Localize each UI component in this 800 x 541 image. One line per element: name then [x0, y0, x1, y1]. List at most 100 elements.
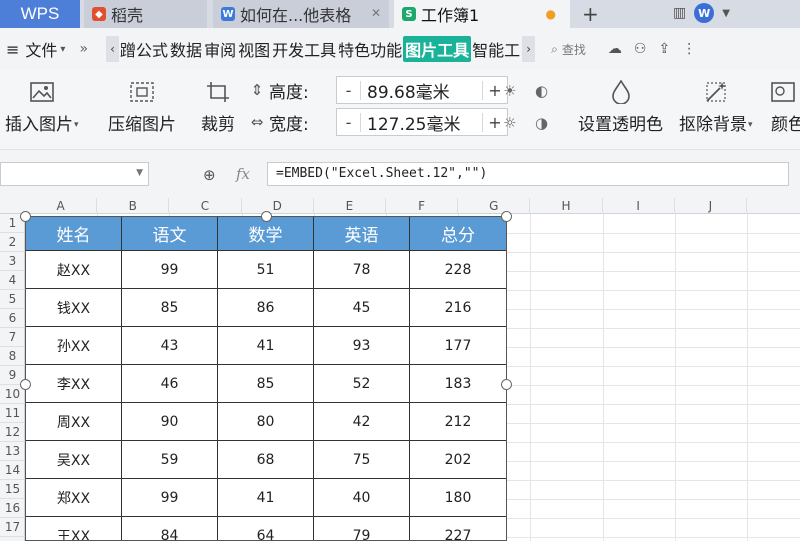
tab-document[interactable]: W 如何在...他表格 ✕: [213, 0, 389, 28]
column-header-j[interactable]: J: [675, 198, 747, 214]
table-row: 郑XX 99 41 40 180: [25, 478, 507, 517]
row-header-13[interactable]: 13: [0, 442, 25, 461]
resize-handle-right[interactable]: [501, 379, 512, 390]
column-header-i[interactable]: I: [603, 198, 675, 214]
row-header-12[interactable]: 12: [0, 423, 25, 442]
menu-item-developer[interactable]: 开发工具: [272, 37, 336, 61]
brightness-up-icon[interactable]: ☀: [503, 82, 516, 100]
table-cell: 216: [409, 288, 507, 327]
color-icon: [771, 78, 795, 106]
crop-button[interactable]: 裁剪: [201, 78, 235, 135]
row-header-4[interactable]: 4: [0, 271, 25, 290]
cloud-icon[interactable]: ☁: [608, 41, 622, 57]
set-transparent-color-button[interactable]: 设置透明色: [578, 78, 663, 135]
chevron-down-icon[interactable]: ▼: [136, 168, 143, 178]
row-header-2[interactable]: 2: [0, 233, 25, 252]
insert-picture-button[interactable]: 插入图片▾: [5, 78, 79, 135]
unsaved-dot-icon: ●: [545, 7, 556, 21]
file-menu[interactable]: 文件 ▾: [25, 37, 65, 61]
row-header-18[interactable]: 18: [0, 537, 25, 541]
tab-document-label: 如何在...他表格: [240, 6, 352, 25]
row-header-11[interactable]: 11: [0, 404, 25, 423]
row-header-5[interactable]: 5: [0, 290, 25, 309]
table-row: 吴XX 59 68 75 202: [25, 440, 507, 479]
table-cell: 90: [121, 402, 218, 441]
table-cell: 41: [217, 326, 314, 365]
user-icon[interactable]: ⚇: [634, 41, 647, 57]
row-header-14[interactable]: 14: [0, 461, 25, 480]
height-decrease-button[interactable]: -: [337, 80, 361, 100]
writer-doc-icon: W: [221, 7, 235, 21]
tab-workbook[interactable]: S 工作簿1 ●: [394, 0, 570, 28]
resize-handle-top-right[interactable]: [501, 211, 512, 222]
resize-handle-top-left[interactable]: [20, 211, 31, 222]
share-icon[interactable]: ⇪: [658, 41, 670, 57]
contrast-down-icon[interactable]: ◑: [535, 114, 548, 132]
table-cell: 212: [409, 402, 507, 441]
search-icon: ⌕: [551, 41, 558, 56]
menu-item-formula[interactable]: 蹭公式: [120, 37, 168, 61]
column-header-a[interactable]: A: [25, 198, 98, 214]
table-cell: 52: [313, 364, 410, 403]
name-box[interactable]: ▼: [0, 162, 149, 186]
column-header-c[interactable]: C: [169, 198, 242, 214]
width-decrease-button[interactable]: -: [337, 112, 361, 132]
menu-item-review[interactable]: 审阅: [204, 37, 236, 61]
column-header-b[interactable]: B: [97, 198, 170, 214]
width-spinner: - 127.25毫米 +: [336, 108, 508, 136]
table-cell: 周XX: [25, 402, 122, 441]
table-cell: 99: [121, 478, 218, 517]
color-label: 颜色: [771, 115, 800, 135]
menu-item-data[interactable]: 数据: [170, 37, 202, 61]
row-header-15[interactable]: 15: [0, 480, 25, 499]
formula-input[interactable]: =EMBED("Excel.Sheet.12",""): [267, 162, 789, 186]
more-options-icon[interactable]: ⋮: [682, 41, 696, 57]
menu-item-smart-tools[interactable]: 智能工: [472, 37, 520, 61]
window-layout-icon[interactable]: ▥: [673, 5, 686, 21]
hamburger-menu-icon[interactable]: ≡: [6, 40, 19, 59]
zoom-icon[interactable]: ⊕: [203, 166, 216, 184]
grid-line: [530, 214, 532, 541]
tab-wps[interactable]: WPS: [0, 0, 80, 28]
tab-daoke[interactable]: ◆ 稻壳: [84, 0, 207, 28]
brightness-down-icon[interactable]: ☼: [503, 114, 516, 132]
height-input[interactable]: 89.68毫米: [361, 78, 482, 103]
height-icon: ⇕: [250, 81, 264, 99]
menu-scroll-right-button[interactable]: ›: [522, 36, 536, 62]
menu-scroll-left-button[interactable]: ‹: [106, 36, 120, 62]
close-icon[interactable]: ✕: [371, 6, 381, 20]
function-icon[interactable]: fx: [236, 165, 250, 183]
table-cell: 45: [313, 288, 410, 327]
chevron-down-icon[interactable]: ▼: [722, 8, 730, 19]
column-header-d[interactable]: D: [242, 198, 314, 214]
row-header-8[interactable]: 8: [0, 347, 25, 366]
remove-background-label: 抠除背景: [679, 115, 747, 135]
color-button[interactable]: 颜色: [771, 78, 800, 135]
user-avatar[interactable]: W: [694, 3, 715, 23]
resize-handle-left[interactable]: [20, 379, 31, 390]
row-header-17[interactable]: 17: [0, 518, 25, 537]
add-tab-button[interactable]: +: [582, 2, 599, 26]
row-header-3[interactable]: 3: [0, 252, 25, 271]
resize-handle-top[interactable]: [261, 211, 272, 222]
column-header-e[interactable]: E: [314, 198, 386, 214]
column-header-f[interactable]: F: [386, 198, 459, 214]
column-header-g[interactable]: G: [458, 198, 531, 214]
contrast-up-icon[interactable]: ◐: [535, 82, 548, 100]
embedded-excel-object[interactable]: 姓名 语文 数学 英语 总分 赵XX 99 51 78 228 钱XX 85 86 45 216 孙XX 43…: [25, 216, 507, 541]
search-box[interactable]: ⌕ 查找: [551, 41, 586, 58]
chevron-down-icon: ▾: [60, 43, 66, 55]
row-header-6[interactable]: 6: [0, 309, 25, 328]
row-header-16[interactable]: 16: [0, 499, 25, 518]
width-input[interactable]: 127.25毫米: [361, 110, 482, 135]
compress-picture-button[interactable]: 压缩图片: [108, 78, 176, 135]
menu-item-view[interactable]: 视图: [238, 37, 270, 61]
table-cell: 85: [217, 364, 314, 403]
row-header-7[interactable]: 7: [0, 328, 25, 347]
more-menus-button[interactable]: »: [79, 41, 88, 57]
column-header-h[interactable]: H: [530, 198, 603, 214]
table-row: 王XX 84 64 79 227: [25, 516, 507, 541]
menu-item-features[interactable]: 特色功能: [338, 37, 402, 61]
menu-item-picture-tools[interactable]: 图片工具: [403, 36, 472, 62]
remove-background-button[interactable]: 抠除背景▾: [679, 78, 753, 135]
